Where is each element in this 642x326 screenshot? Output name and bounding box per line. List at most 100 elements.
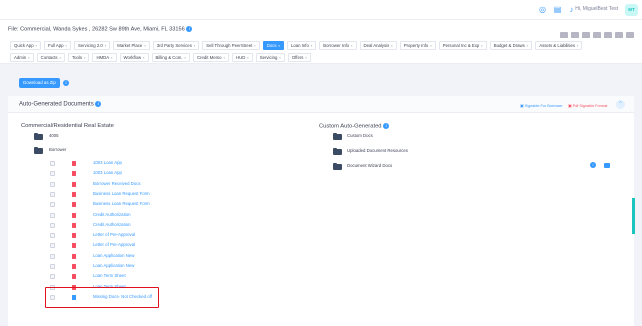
- document-checkbox[interactable]: [50, 254, 55, 259]
- tab-icon: ▪: [111, 55, 113, 60]
- tab-servicing[interactable]: Servicing ▪: [255, 53, 285, 62]
- tab-borrower-info[interactable]: Borrower Info ▪: [319, 41, 357, 50]
- tab-loan-info[interactable]: Loan Info ▪: [286, 41, 317, 50]
- tab-sell-through-peerstreet[interactable]: Sell Through PeerStreet ▪: [202, 41, 260, 50]
- tab-credit-memo[interactable]: Credit Memo ▪: [192, 53, 229, 62]
- tab-label: Personal Inc & Exp: [442, 43, 480, 48]
- collapse-chevron-icon[interactable]: ⌃: [616, 100, 625, 109]
- file-tabs: Quick App ▪ Full App ▪ Servicing 2.0 ▪ Market …: [0, 38, 642, 64]
- document-link[interactable]: 1003 Loan App: [93, 170, 122, 175]
- document-link[interactable]: Loan Term Sheet: [93, 273, 126, 278]
- tab-icon: ▪: [223, 55, 225, 60]
- document-checkbox[interactable]: [50, 274, 55, 279]
- document-checkbox[interactable]: [50, 243, 55, 248]
- tab-offers[interactable]: Offers ▪: [287, 53, 311, 62]
- document-link[interactable]: Borrower Received Docs: [93, 181, 141, 186]
- wizard-email-icon[interactable]: [604, 163, 610, 168]
- document-checkbox[interactable]: [50, 202, 55, 207]
- tab-label: 3rd Party Services: [156, 43, 192, 48]
- pdf-icon[interactable]: [72, 254, 76, 259]
- tab-property-info[interactable]: Property Info ▪: [399, 41, 436, 50]
- folder-uploaded-resources[interactable]: Uploaded Document Resources: [347, 148, 408, 153]
- tab-contacts[interactable]: Contacts ▪: [36, 53, 65, 62]
- avatar[interactable]: MT: [625, 4, 638, 16]
- pdf-icon[interactable]: [72, 161, 76, 166]
- info-icon[interactable]: i: [186, 26, 193, 32]
- document-link[interactable]: Letter of Pre-Approval: [93, 242, 135, 247]
- document-checkbox[interactable]: [50, 161, 55, 166]
- tab-hmda[interactable]: HMDA ▪: [92, 53, 117, 62]
- document-checkbox[interactable]: [50, 223, 55, 228]
- document-link[interactable]: Credit Authorization: [93, 212, 131, 217]
- document-link[interactable]: 1003 Loan App: [93, 160, 122, 165]
- pdf-icon[interactable]: [72, 243, 76, 248]
- document-link[interactable]: Business Loan Request Form: [93, 201, 150, 206]
- pdf-icon[interactable]: [72, 171, 76, 176]
- tab-label: Budget & Draws: [493, 43, 525, 48]
- tab-budget-draws[interactable]: Budget & Draws ▪: [489, 41, 533, 50]
- pdf-icon[interactable]: [72, 233, 76, 238]
- tab-quick-app[interactable]: Quick App ▪: [10, 41, 42, 50]
- document-link[interactable]: Business Loan Request Form: [93, 191, 150, 196]
- signable-for-borrower-text: Signable For Borrower: [524, 104, 563, 108]
- tab-icon: ▪: [254, 43, 256, 48]
- document-checkbox[interactable]: [50, 192, 55, 197]
- right-column-heading: Custom Auto-Generated: [319, 123, 382, 130]
- document-checkbox[interactable]: [50, 182, 55, 187]
- pdf-icon[interactable]: [72, 182, 76, 187]
- custom-info-icon[interactable]: i: [383, 123, 390, 129]
- pdf-icon[interactable]: [72, 213, 76, 218]
- tab-tools[interactable]: Tools ▪: [68, 53, 90, 62]
- tab-label: Billing & Com.: [155, 55, 183, 60]
- tab-admin[interactable]: Admin ▪: [10, 53, 34, 62]
- wizard-info-icon[interactable]: i: [590, 162, 596, 168]
- tab-full-app[interactable]: Full App ▪: [44, 41, 71, 50]
- folder-4005[interactable]: 4005: [49, 133, 59, 138]
- document-checkbox[interactable]: [50, 171, 55, 176]
- tab-market-place[interactable]: Market Place ▪: [113, 41, 150, 50]
- document-link[interactable]: Credit Authorization: [93, 222, 131, 227]
- tab-personal-inc-exp[interactable]: Personal Inc & Exp ▪: [438, 41, 487, 50]
- tab-icon: ▪: [279, 55, 281, 60]
- pdf-icon[interactable]: [72, 274, 76, 279]
- tab-icon: ▪: [28, 55, 30, 60]
- panel-info-icon[interactable]: i: [95, 101, 102, 107]
- tab-workflow[interactable]: Workflow ▪: [119, 53, 149, 62]
- document-link[interactable]: Loan Application New: [93, 253, 134, 258]
- panel-title: Auto-Generated Documents: [19, 101, 94, 108]
- document-checkbox[interactable]: [50, 264, 55, 269]
- tab-label: Servicing 2.0: [77, 43, 103, 48]
- pdf-icon[interactable]: [72, 264, 76, 269]
- pdf-icon[interactable]: [72, 202, 76, 207]
- document-checkbox[interactable]: [50, 233, 55, 238]
- tab-label: Admin: [14, 55, 27, 60]
- tab-billing-com-[interactable]: Billing & Com. ▪: [151, 53, 190, 62]
- document-link[interactable]: Letter of Pre-Approval: [93, 232, 135, 237]
- document-checkbox[interactable]: [50, 213, 55, 218]
- download-info-icon[interactable]: i: [63, 80, 69, 86]
- scrollbar-thumb[interactable]: [632, 198, 635, 234]
- tab-assets-liabilities[interactable]: Assets & Liabilities ▪: [535, 41, 583, 50]
- download-zip-button[interactable]: Download as Zip: [19, 78, 60, 88]
- tab-label: Deal Analysis: [363, 43, 390, 48]
- tab-docs[interactable]: Docs ▪: [262, 41, 284, 50]
- tab-icon: ▪: [247, 55, 249, 60]
- pdf-icon[interactable]: [72, 223, 76, 228]
- tab-label: Contacts: [40, 55, 58, 60]
- folder-icon: [333, 147, 342, 155]
- folder-document-wizard[interactable]: Document Wizard Docs: [347, 163, 392, 168]
- folder-borrower[interactable]: Borrower: [49, 147, 66, 152]
- tab-hud[interactable]: HUD ▪: [231, 53, 253, 62]
- tab-icon: ▪: [84, 55, 86, 60]
- tab-label: Market Place: [117, 43, 143, 48]
- tab-3rd-party-services[interactable]: 3rd Party Services ▪: [152, 41, 200, 50]
- folder-custom-docs[interactable]: Custom Docs: [347, 133, 373, 138]
- tab-deal-analysis[interactable]: Deal Analysis ▪: [359, 41, 397, 50]
- pdf-icon[interactable]: [72, 192, 76, 197]
- document-link[interactable]: Loan Application New: [93, 263, 134, 268]
- target-icon[interactable]: ◎: [538, 5, 547, 14]
- notes-icon[interactable]: ▤: [553, 5, 562, 14]
- folder-icon: [333, 132, 342, 140]
- tab-servicing-2-0[interactable]: Servicing 2.0 ▪: [73, 41, 111, 50]
- left-column-heading: Commercial/Residential Real Estate: [21, 123, 114, 129]
